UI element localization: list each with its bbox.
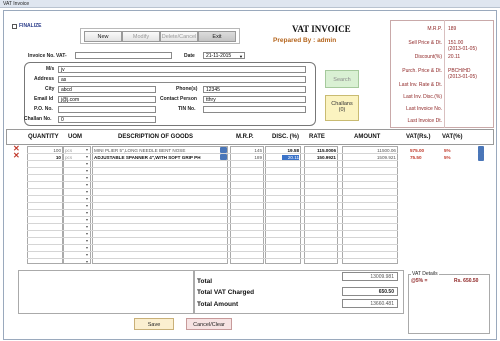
last-invoice-label: Last Invoice No. (406, 106, 442, 112)
col-rate: RATE (309, 134, 325, 140)
window-titlebar: VAT Invoice (0, 0, 500, 8)
col-amount: AMOUNT (354, 134, 381, 140)
phone-label: Phone(s) (176, 86, 198, 92)
last-disc-label: Last Inv. Disc.(%) (403, 94, 442, 100)
col-mrp: M.R.P. (236, 134, 254, 140)
search-button[interactable]: Search (325, 70, 359, 88)
date-input[interactable]: 21-11-2015 ▼ (203, 52, 245, 59)
row1-mrp[interactable]: 145 (232, 148, 262, 153)
city-input[interactable]: abcd (58, 86, 156, 93)
row2-desc[interactable]: ADJUSTABLE SPANNER 4",WITH SOFT GRIP PH (94, 155, 218, 160)
total-vat-value: 650.50 (342, 287, 398, 296)
row2-amount: 1509.921 (376, 155, 396, 160)
date-label: Date (184, 53, 195, 59)
row2-disc[interactable]: 20.11 (282, 155, 299, 160)
col-uom: UOM (68, 134, 82, 140)
new-button[interactable]: New (84, 31, 122, 42)
row2-mrp[interactable]: 189 (232, 155, 262, 160)
row1-amount: 11500.06 (377, 148, 396, 153)
po-input[interactable] (58, 106, 156, 113)
uom-dropdown-column[interactable]: ▼ ▼ ▼ ▼ ▼ ▼ ▼ ▼ ▼ ▼ ▼ ▼ ▼ ▼ ▼ ▼ ▼ (84, 147, 90, 264)
cancel-clear-button[interactable]: Cancel/Clear (186, 318, 232, 330)
total-amount-value: 13660.481 (342, 299, 398, 308)
vat-rate: @5% = (411, 278, 428, 284)
item-lookup-icon[interactable] (220, 154, 227, 160)
mrp-info-value: 189 (448, 26, 457, 32)
invoice-number-label: Invoice No. VAT- (28, 53, 67, 59)
total-vat-label: Total VAT Charged (197, 289, 255, 296)
challans-count: (0) (338, 107, 346, 113)
row2-vat-rs: 75.50 (410, 155, 422, 160)
chevron-down-icon: ▼ (239, 54, 243, 59)
col-quantity: QUANTITY (28, 134, 59, 140)
exit-button[interactable]: Exit (198, 31, 236, 42)
email-input[interactable]: j@j.com (58, 96, 156, 103)
row2-qty[interactable]: 10 (29, 155, 61, 160)
sell-price-label: Sell Price & Dt. (408, 40, 442, 46)
purch-price-label: Purch. Price & Dt. (402, 68, 442, 74)
last-invoice-date-label: Last Invoice Dt. (407, 118, 442, 124)
row1-disc[interactable]: 19.58 (267, 148, 300, 153)
address-label: Address (34, 76, 55, 82)
grid-rows (27, 146, 398, 264)
row1-qty[interactable]: 100 (29, 148, 61, 153)
mrp-info-label: M.R.P. (427, 26, 442, 32)
col-description: DESCRIPTION OF GOODS (118, 134, 194, 140)
prepared-by: Prepared By : admin (273, 37, 337, 44)
challan-input[interactable]: 0 (58, 116, 156, 123)
invoice-number-input[interactable] (75, 52, 172, 59)
vat-info-icon[interactable] (478, 153, 484, 161)
save-button[interactable]: Save (134, 318, 174, 330)
contact-person-input[interactable]: tthry (203, 96, 306, 103)
discount-info-label: Discount(%) (414, 54, 442, 60)
ms-label: M/s (46, 66, 55, 72)
item-lookup-icon[interactable] (220, 147, 227, 153)
delete-row-icon[interactable]: ✕ (13, 152, 20, 160)
total-amount-label: Total Amount (197, 301, 239, 308)
vat-amount: Rs. 650.50 (454, 278, 479, 284)
col-discount: DISC. (%) (272, 134, 299, 140)
discount-info-value: 20.11 (448, 54, 461, 60)
finalize-checkbox[interactable] (12, 24, 17, 29)
col-vat-rs: VAT(Rs.) (406, 134, 431, 140)
po-label: P.O. No. (34, 106, 53, 112)
email-label: Email Id (34, 96, 54, 102)
city-label: City (45, 86, 55, 92)
notes-panel (18, 270, 194, 314)
purch-price-date: (2013-01-05) (448, 74, 477, 80)
col-vat-pct: VAT(%) (442, 134, 463, 140)
total-label: Total (197, 278, 213, 285)
challans-button[interactable]: Challans (0) (325, 95, 359, 121)
delete-cancel-button[interactable]: Delete/Cancel (160, 31, 198, 42)
row1-rate[interactable]: 115.0006 (306, 148, 336, 153)
last-rate-label: Last Inv. Rate & Dt. (399, 82, 442, 88)
row1-desc[interactable]: MINI PLIER 5",LONG NEEDLE BENT NOSE (94, 148, 218, 153)
finalize-label: FINALIZE (19, 23, 42, 29)
row1-uom[interactable]: pcs (65, 148, 72, 153)
tin-input[interactable] (203, 106, 306, 113)
sell-price-date: (2013-01-05) (448, 46, 477, 52)
address-input[interactable]: as (58, 76, 306, 83)
ms-input[interactable]: jv (58, 66, 306, 73)
row2-vat-pct: 5% (444, 155, 451, 160)
row1-vat-rs: 575.00 (410, 148, 425, 153)
vat-details-title: VAT Details (411, 271, 439, 277)
info-divider (444, 20, 445, 128)
row1-vat-pct: 5% (444, 148, 451, 153)
total-value: 13009.981 (342, 272, 398, 281)
window-title: VAT Invoice (3, 1, 30, 7)
challan-label: Challan No. (24, 116, 52, 122)
page-title: VAT INVOICE (292, 24, 351, 34)
phone-input[interactable]: 12345 (203, 86, 306, 93)
contact-person-label: Contact Person (160, 96, 197, 102)
modify-button[interactable]: Modify (122, 31, 160, 42)
tin-label: TIN No. (178, 106, 196, 112)
row2-uom[interactable]: pcs (65, 155, 72, 160)
row2-rate[interactable]: 150.9921 (306, 155, 336, 160)
